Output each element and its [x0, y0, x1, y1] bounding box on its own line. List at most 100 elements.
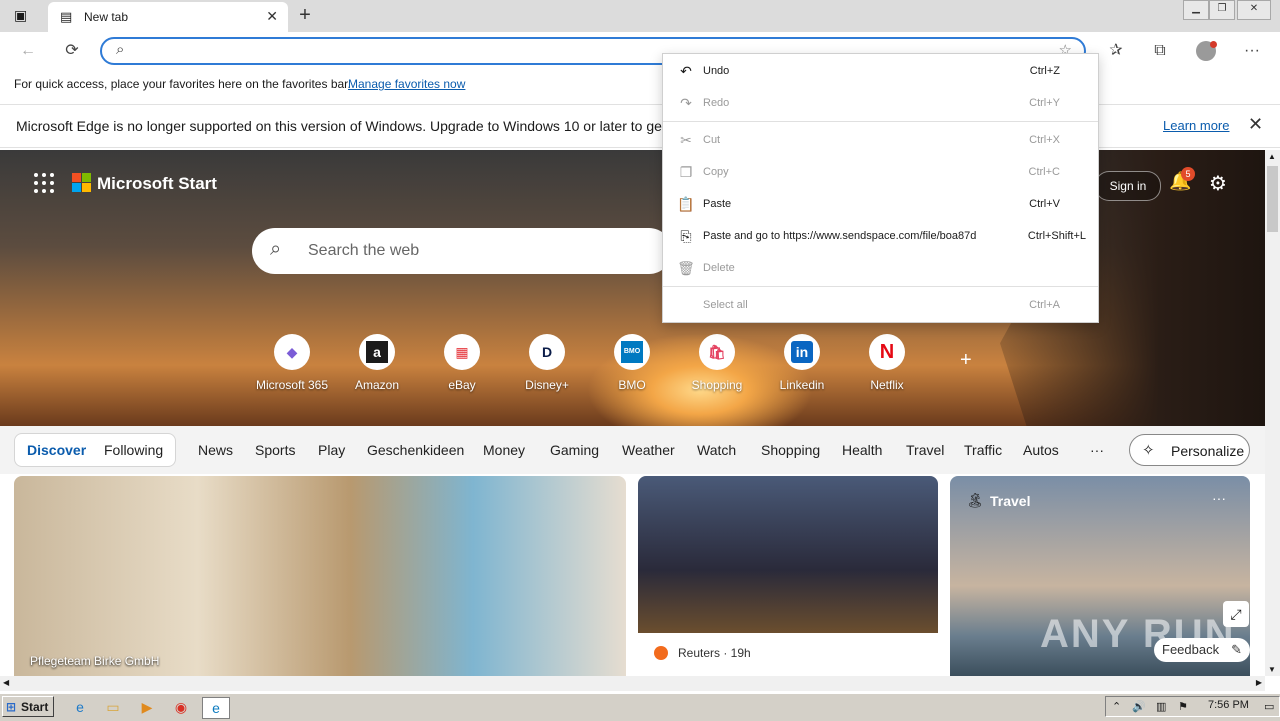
media-player-icon[interactable]: ▶: [137, 697, 157, 717]
tab-following[interactable]: Following: [104, 442, 163, 458]
tile-disney-plus[interactable]: D Disney+: [507, 334, 587, 392]
personalize-button[interactable]: ✧ Personalize: [1129, 434, 1250, 466]
card-category-title: Travel: [990, 493, 1031, 509]
netflix-icon: N: [869, 334, 905, 370]
feedback-icon: ✎: [1231, 642, 1242, 657]
nav-money[interactable]: Money: [483, 442, 525, 458]
microsoft-start-brand[interactable]: Microsoft Start: [97, 174, 217, 194]
menu-item-paste-and-go[interactable]: ⎘ Paste and go to https://www.sendspace.…: [663, 221, 1098, 251]
refresh-icon[interactable]: ⟳: [58, 37, 86, 65]
volume-icon[interactable]: 🔊: [1132, 700, 1146, 713]
network-icon[interactable]: ▥: [1156, 700, 1166, 713]
nav-weather[interactable]: Weather: [622, 442, 675, 458]
feed-card-news[interactable]: Reuters · 19h: [638, 476, 938, 676]
add-shortcut-button[interactable]: +: [960, 349, 972, 372]
start-button[interactable]: ⊞ Start: [2, 696, 54, 717]
close-window-button[interactable]: ✕: [1237, 0, 1271, 20]
taskbar-clock[interactable]: 7:56 PM: [1208, 699, 1249, 711]
tile-amazon[interactable]: a Amazon: [337, 334, 417, 392]
nav-gaming[interactable]: Gaming: [550, 442, 599, 458]
redo-icon: ↷: [680, 95, 692, 111]
menu-item-label: Paste: [703, 198, 732, 210]
nav-shopping[interactable]: Shopping: [761, 442, 820, 458]
internet-explorer-icon[interactable]: e: [70, 697, 90, 717]
start-label: Start: [21, 700, 49, 714]
tile-ebay[interactable]: ▦ eBay: [422, 334, 502, 392]
web-search-box[interactable]: ⌕ Search the web: [252, 228, 672, 274]
nav-traffic[interactable]: Traffic: [964, 442, 1002, 458]
feedback-label: Feedback: [1162, 642, 1220, 657]
tile-shopping[interactable]: 🛍 Shopping: [677, 334, 757, 392]
menu-item-shortcut: Ctrl+Z: [1029, 65, 1060, 77]
restore-button[interactable]: ❐: [1209, 0, 1235, 20]
menu-item-label: Copy: [703, 166, 729, 178]
nav-more-icon[interactable]: ···: [1090, 442, 1104, 458]
menu-separator: [663, 121, 1098, 122]
scroll-up-icon[interactable]: ▲: [1268, 152, 1276, 161]
menu-item-label: Paste and go to https://www.sendspace.co…: [703, 230, 977, 242]
menu-item-label: Redo: [703, 97, 730, 109]
tile-microsoft-365[interactable]: ◆ Microsoft 365: [252, 334, 332, 392]
tab-new-tab[interactable]: ▤ New tab ✕: [48, 2, 288, 32]
tile-bmo[interactable]: BMO BMO: [592, 334, 672, 392]
amazon-icon: a: [359, 334, 395, 370]
menu-item-paste[interactable]: 📋 Paste Ctrl+V: [663, 189, 1098, 219]
ebay-icon: ▦: [444, 334, 480, 370]
tab-discover[interactable]: Discover: [27, 442, 86, 458]
manage-favorites-link[interactable]: Manage favorites now: [348, 77, 465, 91]
learn-more-link[interactable]: Learn more: [1163, 118, 1229, 133]
more-menu-icon[interactable]: ···: [1238, 37, 1266, 65]
feedback-button[interactable]: Feedback ✎: [1154, 638, 1250, 662]
nav-news[interactable]: News: [198, 442, 233, 458]
sign-in-button[interactable]: Sign in: [1095, 171, 1161, 201]
new-tab-button[interactable]: +: [294, 5, 316, 27]
file-explorer-icon[interactable]: ▭: [103, 697, 123, 717]
tab-favicon-icon: ▤: [60, 9, 73, 24]
card-source-caption: Pflegeteam Birke GmbH: [30, 654, 160, 668]
nav-sports[interactable]: Sports: [255, 442, 295, 458]
nav-travel[interactable]: Travel: [906, 442, 944, 458]
menu-item-shortcut: Ctrl+Y: [1029, 97, 1060, 109]
notification-area-icon[interactable]: ▭: [1264, 700, 1274, 713]
infobar-close-icon[interactable]: ✕: [1248, 114, 1263, 135]
card-menu-icon[interactable]: ···: [1212, 490, 1226, 506]
nav-health[interactable]: Health: [842, 442, 882, 458]
tile-label: Linkedin: [779, 378, 825, 392]
vertical-scrollbar[interactable]: ▲ ▼: [1265, 150, 1280, 676]
notification-badge: 5: [1181, 167, 1195, 181]
minimize-button[interactable]: ▁: [1183, 0, 1209, 20]
tile-label: Disney+: [525, 378, 569, 392]
tile-linkedin[interactable]: in Linkedin: [762, 334, 842, 392]
card-source: Reuters · 19h: [678, 646, 751, 660]
feed-card-hero[interactable]: Pflegeteam Birke GmbH: [14, 476, 626, 676]
edge-taskbar-icon[interactable]: e: [202, 697, 230, 719]
tab-actions-icon[interactable]: ▣: [14, 7, 32, 25]
scroll-down-icon[interactable]: ▼: [1268, 665, 1276, 674]
scroll-right-icon[interactable]: ▶: [1256, 678, 1262, 687]
nav-geschenkideen[interactable]: Geschenkideen: [367, 442, 464, 458]
menu-separator: [663, 286, 1098, 287]
nav-autos[interactable]: Autos: [1023, 442, 1059, 458]
menu-item-undo[interactable]: ↶ Undo Ctrl+Z: [663, 56, 1098, 86]
scrollbar-thumb[interactable]: [1267, 166, 1278, 232]
nav-play[interactable]: Play: [318, 442, 345, 458]
page-settings-gear-icon[interactable]: ⚙: [1209, 171, 1233, 195]
expand-icon[interactable]: ⤢: [1223, 601, 1249, 627]
apps-waffle-icon[interactable]: [34, 173, 54, 193]
tab-title: New tab: [84, 10, 129, 24]
tray-arrow-icon[interactable]: ⌃: [1112, 700, 1121, 713]
favorites-icon[interactable]: ✰: [1102, 37, 1130, 65]
nav-watch[interactable]: Watch: [697, 442, 736, 458]
disney-plus-icon: D: [529, 334, 565, 370]
tile-netflix[interactable]: N Netflix: [847, 334, 927, 392]
horizontal-scrollbar[interactable]: ◀ ▶: [0, 676, 1265, 691]
collections-icon[interactable]: ⧉: [1146, 37, 1174, 65]
personalize-label: Personalize: [1171, 443, 1245, 459]
search-icon: ⌕: [116, 41, 125, 58]
scroll-left-icon[interactable]: ◀: [3, 678, 9, 687]
back-icon[interactable]: ←: [14, 37, 42, 65]
address-bar-context-menu: ↶ Undo Ctrl+Z ↷ Redo Ctrl+Y ✂ Cut Ctrl+X…: [662, 53, 1099, 323]
flag-icon[interactable]: ⚑: [1178, 700, 1188, 713]
tab-close-icon[interactable]: ✕: [266, 8, 278, 25]
chrome-icon[interactable]: ◉: [171, 697, 191, 717]
